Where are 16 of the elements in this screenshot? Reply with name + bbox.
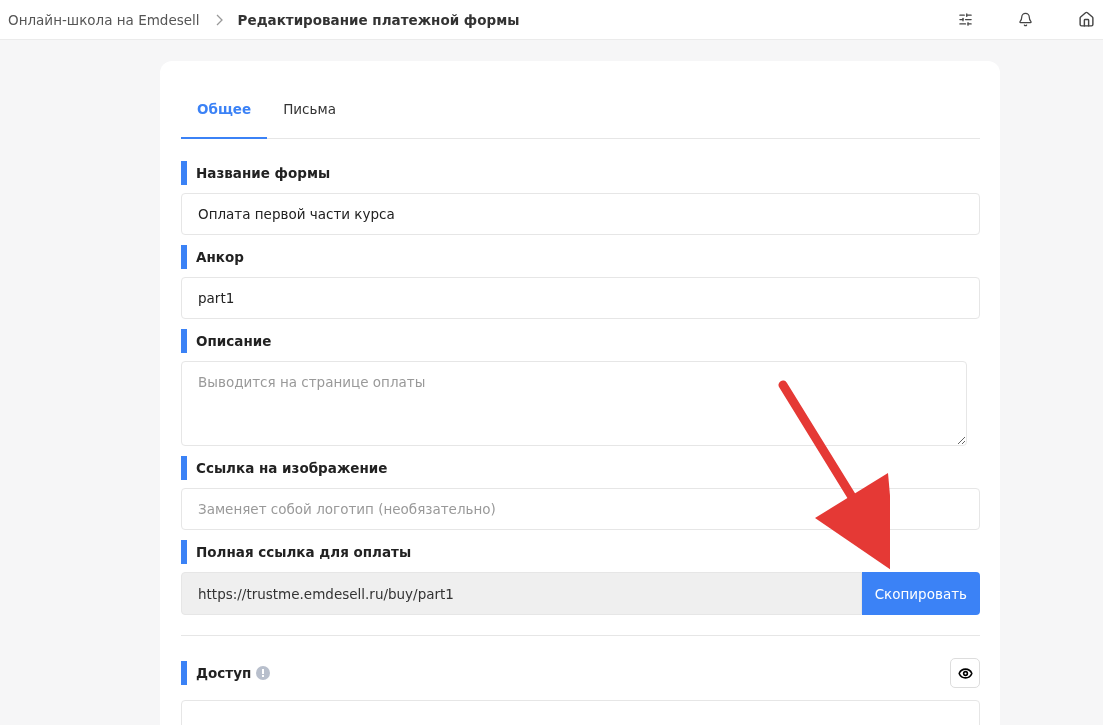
- text-field[interactable]: part1: [181, 277, 980, 319]
- field-label: Доступ: [196, 665, 252, 681]
- field-label: Полная ссылка для оплаты: [196, 544, 412, 560]
- field-label: Название формы: [196, 165, 331, 181]
- tab[interactable]: Общее: [181, 87, 268, 139]
- breadcrumb-link[interactable]: Онлайн-школа на Emdesell: [8, 11, 200, 28]
- field-label: Анкор: [196, 249, 244, 265]
- text-field[interactable]: Заменяет собой логотип (необязательно): [181, 488, 980, 530]
- link-field[interactable]: https://trustme.emdesell.ru/buy/part1: [181, 572, 862, 615]
- field-label: Ссылка на изображение: [196, 460, 388, 476]
- page-title: Редактирование платежной формы: [237, 11, 520, 28]
- copy-button[interactable]: Скопировать: [861, 572, 980, 615]
- tab[interactable]: Письма: [267, 87, 352, 139]
- textarea-field[interactable]: Выводится на странице оплаты: [181, 361, 967, 446]
- text-field[interactable]: Оплата первой части курса: [181, 193, 980, 235]
- field-label: Описание: [196, 333, 272, 349]
